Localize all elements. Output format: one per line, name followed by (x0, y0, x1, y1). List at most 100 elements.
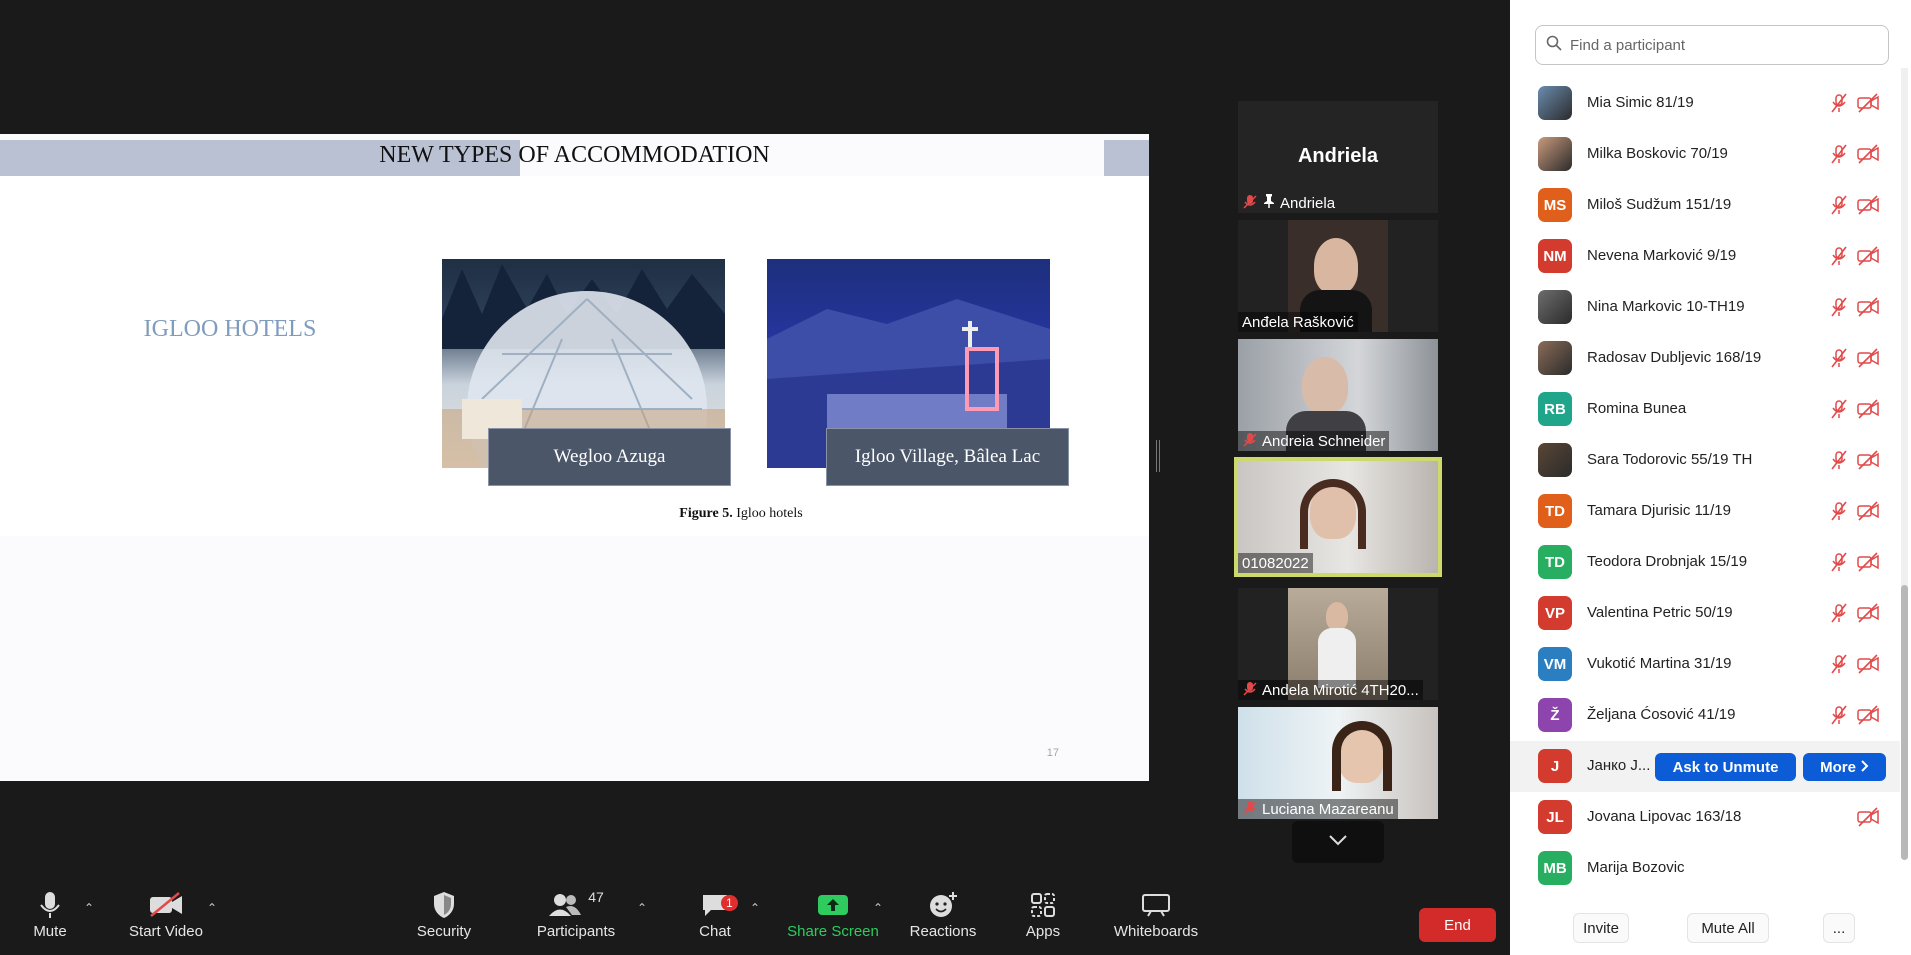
camera-off-icon[interactable] (1856, 398, 1879, 420)
participant-row[interactable]: TD Tamara Djurisic 11/19 (1510, 486, 1900, 537)
participant-avatar (1538, 341, 1572, 375)
participant-row[interactable]: MS Miloš Sudžum 151/19 (1510, 180, 1900, 231)
tile-name: Andriela (1280, 194, 1336, 212)
participant-row[interactable]: VM Vukotić Martina 31/19 (1510, 639, 1900, 690)
participant-avatar: J (1538, 749, 1572, 783)
figure-label: Figure 5. (679, 506, 733, 521)
tile-name: Andela Mirotić 4TH20... (1262, 681, 1419, 699)
mic-muted-icon (1242, 681, 1258, 700)
participant-face (1314, 238, 1358, 294)
apps-button[interactable]: Apps (1024, 887, 1062, 947)
participant-avatar: JL (1538, 800, 1572, 834)
camera-off-icon[interactable] (1856, 602, 1879, 624)
chat-unread-badge: 1 (721, 895, 738, 911)
camera-off-icon[interactable] (1856, 347, 1879, 369)
participant-avatar: VM (1538, 647, 1572, 681)
chevron-right-icon (1861, 759, 1869, 776)
participants-panel: Find a participant Mia Simic 81/19 Milka … (1510, 0, 1911, 955)
mic-muted-icon[interactable] (1828, 602, 1850, 624)
participant-row[interactable]: Ž Željana Ćosović 41/19 (1510, 690, 1900, 741)
mic-muted-icon[interactable] (1828, 449, 1850, 471)
participant-body (1318, 628, 1356, 688)
tile-name-bar: Andreia Schneider (1238, 431, 1390, 451)
participant-row[interactable]: Sara Todorovic 55/19 TH (1510, 435, 1900, 486)
participant-name: Tamara Djurisic 11/19 (1587, 502, 1731, 519)
participant-avatar (1538, 137, 1572, 171)
share-screen-button[interactable]: Share Screen (787, 887, 879, 947)
ask-to-unmute-button[interactable]: Ask to Unmute (1655, 753, 1796, 781)
camera-off-icon[interactable] (1856, 500, 1879, 522)
video-tile-01082022[interactable]: 01082022 (1234, 457, 1442, 577)
video-tile-andreia-schneider[interactable]: Andreia Schneider (1238, 339, 1438, 451)
start-video-button[interactable]: Start Video (124, 887, 208, 947)
mic-muted-icon[interactable] (1828, 296, 1850, 318)
participants-count: 47 (588, 889, 604, 905)
mute-all-button[interactable]: Mute All (1687, 913, 1769, 943)
participant-row[interactable]: RB Romina Bunea (1510, 384, 1900, 435)
mic-muted-icon[interactable] (1828, 653, 1850, 675)
participant-row[interactable]: VP Valentina Petric 50/19 (1510, 588, 1900, 639)
participant-row[interactable]: Mia Simic 81/19 (1510, 78, 1900, 129)
mic-muted-icon[interactable] (1828, 92, 1850, 114)
tile-name: Luciana Mazareanu (1262, 800, 1394, 818)
mic-muted-icon[interactable] (1828, 398, 1850, 420)
participant-row[interactable]: Radosav Dubljevic 168/19 (1510, 333, 1900, 384)
mic-muted-icon[interactable] (1828, 245, 1850, 267)
tile-name-bar: 01082022 (1238, 553, 1313, 573)
participant-face (1302, 357, 1348, 413)
whiteboards-button[interactable]: Whiteboards (1110, 887, 1202, 947)
camera-off-icon[interactable] (1856, 653, 1879, 675)
mic-muted-icon[interactable] (1828, 704, 1850, 726)
security-button[interactable]: Security (413, 887, 475, 947)
strip-scroll-down-button[interactable] (1292, 821, 1384, 863)
more-options-button[interactable]: ... (1823, 913, 1855, 943)
more-button[interactable]: More (1803, 753, 1886, 781)
mic-muted-icon[interactable] (1828, 500, 1850, 522)
camera-off-icon[interactable] (1856, 92, 1879, 114)
camera-off-icon[interactable] (1856, 143, 1879, 165)
participants-label: Participants (536, 923, 616, 940)
camera-off-icon[interactable] (1856, 551, 1879, 573)
mic-muted-icon[interactable] (1828, 143, 1850, 165)
mic-muted-icon[interactable] (1828, 551, 1850, 573)
camera-off-icon[interactable] (1856, 806, 1879, 828)
camera-off-icon[interactable] (1856, 449, 1879, 471)
participant-avatar: VP (1538, 596, 1572, 630)
camera-off-icon[interactable] (1856, 245, 1879, 267)
split-view-handle[interactable] (1156, 440, 1160, 472)
search-field[interactable]: Find a participant (1535, 25, 1889, 65)
camera-off-icon[interactable] (1856, 296, 1879, 318)
chat-button[interactable]: 1 Chat (694, 887, 738, 947)
participant-row[interactable]: Milka Boskovic 70/19 (1510, 129, 1900, 180)
mic-muted-icon[interactable] (1828, 194, 1850, 216)
video-tile-andela-raskovic[interactable]: Anđela Rašković (1238, 220, 1438, 332)
camera-off-icon[interactable] (1856, 194, 1879, 216)
caption-igloo-village: Igloo Village, Bâlea Lac (826, 428, 1069, 486)
tile-name: Anđela Rašković (1242, 313, 1354, 331)
participants-button[interactable]: 47 Participants (534, 887, 618, 947)
reactions-button[interactable]: Reactions (908, 887, 978, 947)
participant-list-scroll-thumb[interactable] (1901, 585, 1908, 860)
mic-muted-icon[interactable] (1828, 347, 1850, 369)
mute-button[interactable]: Mute (22, 887, 78, 947)
participant-name: Vukotić Martina 31/19 (1587, 655, 1732, 672)
participant-row[interactable]: NM Nevena Marković 9/19 (1510, 231, 1900, 282)
participant-row[interactable]: JL Jovana Lipovac 163/18 (1510, 792, 1900, 843)
video-tile-luciana-mazareanu[interactable]: Luciana Mazareanu (1238, 707, 1438, 819)
participant-avatar: MS (1538, 188, 1572, 222)
video-tile-andriela[interactable]: Andriela Andriela (1238, 101, 1438, 213)
participant-name: Jovana Lipovac 163/18 (1587, 808, 1742, 825)
more-label: More (1820, 758, 1856, 776)
chevron-down-icon (1328, 833, 1348, 851)
participant-name: Teodora Drobnjak 15/19 (1587, 553, 1748, 570)
video-tile-andela-mirotic[interactable]: Andela Mirotić 4TH20... (1238, 588, 1438, 700)
participant-row[interactable]: TD Teodora Drobnjak 15/19 (1510, 537, 1900, 588)
end-meeting-button[interactable]: End (1419, 908, 1496, 942)
camera-off-icon[interactable] (1856, 704, 1879, 726)
participant-row[interactable]: J Јанко Ј... Ask to Unmute More (1510, 741, 1900, 792)
invite-button[interactable]: Invite (1573, 913, 1629, 943)
participant-row[interactable]: Nina Markovic 10-TH19 (1510, 282, 1900, 333)
participant-row[interactable]: MB Marija Bozovic (1510, 843, 1900, 894)
share-screen-label: Share Screen (787, 923, 879, 940)
figure-text: Igloo hotels (732, 506, 803, 521)
